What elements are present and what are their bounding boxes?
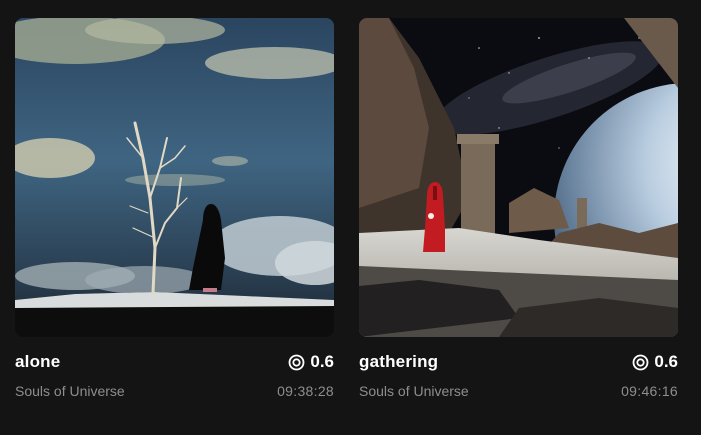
nft-card-grid: alone 0.6 Souls of Universe 09:38:28 gat… xyxy=(0,0,701,435)
nft-card[interactable]: alone 0.6 Souls of Universe 09:38:28 xyxy=(15,18,334,401)
price-value: 0.6 xyxy=(310,352,334,371)
artwork-gathering xyxy=(359,18,678,337)
nft-title[interactable]: alone xyxy=(15,352,60,372)
price-value: 0.6 xyxy=(654,352,678,371)
nft-card[interactable]: gathering 0.6 Souls of Universe 09:46:16 xyxy=(359,18,678,401)
currency-coin-icon xyxy=(288,354,305,370)
currency-coin-icon xyxy=(632,354,649,370)
price: 0.6 xyxy=(632,352,678,372)
auction-time-left: 09:38:28 xyxy=(277,383,334,399)
auction-time-left: 09:46:16 xyxy=(621,383,678,399)
artwork-alone xyxy=(15,18,334,337)
artwork-image[interactable] xyxy=(15,18,334,337)
artwork-image[interactable] xyxy=(359,18,678,337)
creator-name[interactable]: Souls of Universe xyxy=(15,383,125,399)
nft-title[interactable]: gathering xyxy=(359,352,438,372)
creator-name[interactable]: Souls of Universe xyxy=(359,383,469,399)
price: 0.6 xyxy=(288,352,334,372)
